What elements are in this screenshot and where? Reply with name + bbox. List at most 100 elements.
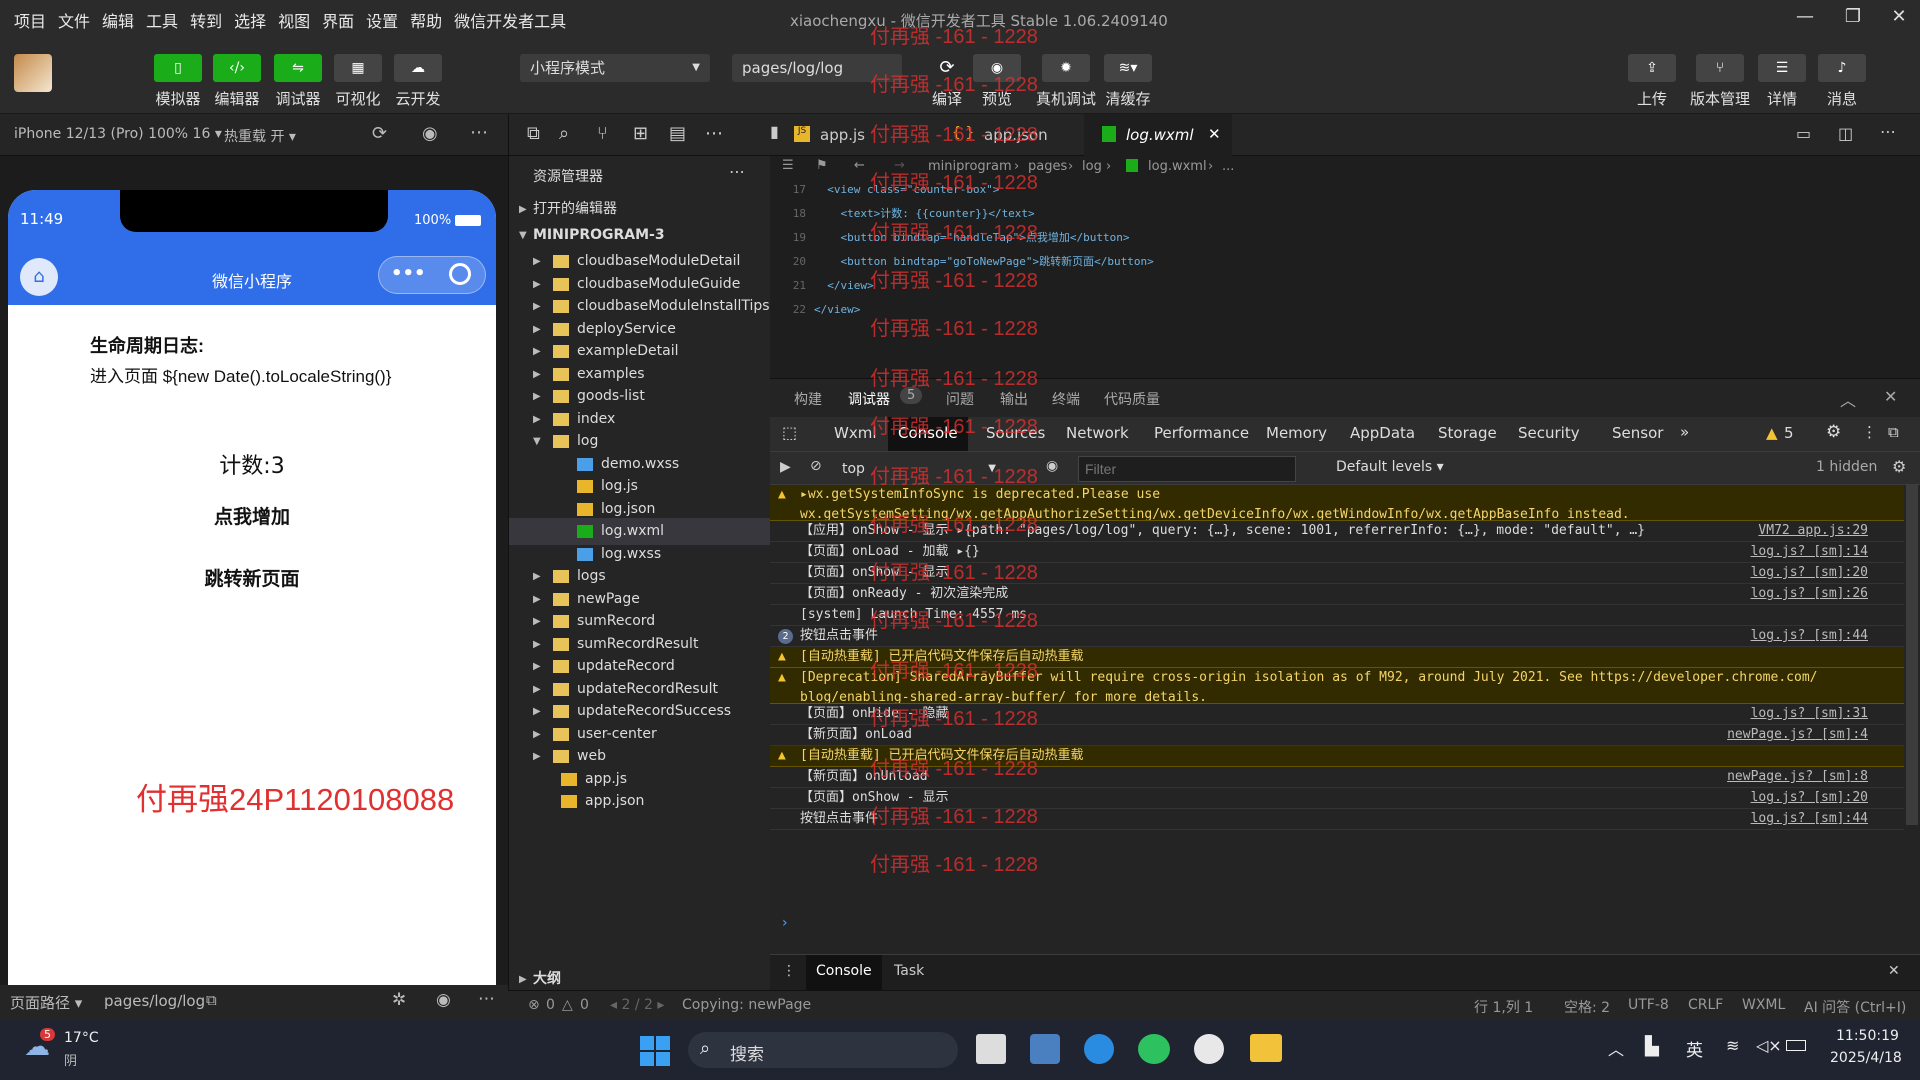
device-debug-button[interactable]: ✹ 真机调试	[1030, 54, 1102, 109]
hot-reload-toggle[interactable]: 热重载 开 ▾	[224, 126, 296, 146]
inspect-icon[interactable]: ⬚	[782, 423, 797, 442]
pin-icon[interactable]: ▙	[1645, 1036, 1659, 1057]
more-icon[interactable]: ⋯	[470, 122, 488, 143]
close-icon[interactable]: ✕	[1208, 125, 1221, 143]
navigate-button[interactable]: 跳转新页面	[8, 564, 496, 591]
filter-input[interactable]	[1078, 456, 1296, 482]
comment-icon[interactable]: ▭	[1796, 124, 1811, 143]
search-box[interactable]: ⌕ 搜索	[688, 1032, 958, 1068]
wechat-icon[interactable]	[1138, 1034, 1170, 1064]
close-capsule-icon[interactable]	[449, 263, 471, 285]
source-link[interactable]: log.js? [sm]:44	[1751, 626, 1868, 646]
extensions-icon[interactable]: ⊞	[633, 123, 648, 144]
menu-item[interactable]: 工具	[140, 8, 184, 32]
open-editors-section[interactable]: ▶ 打开的编辑器	[509, 196, 771, 223]
add-button[interactable]: 点我增加	[8, 502, 496, 529]
clear-cache-button[interactable]: ≋▾ 清缓存	[1096, 54, 1160, 109]
editor-button[interactable]: ‹/› 编辑器	[205, 54, 269, 109]
more-tabs-icon[interactable]: »	[1680, 423, 1689, 441]
menu-item[interactable]: 微信开发者工具	[448, 8, 572, 32]
source-link[interactable]: log.js? [sm]:14	[1751, 542, 1868, 562]
drawer-tab-console[interactable]: Console	[806, 955, 882, 990]
outline-section[interactable]: ▶ 大纲	[509, 966, 771, 993]
scene-icon[interactable]: ✲	[392, 990, 406, 1010]
menu-item[interactable]: 选择	[228, 8, 272, 32]
tab-debugger[interactable]: 调试器	[848, 389, 890, 409]
source-link[interactable]: log.js? [sm]:44	[1751, 809, 1868, 829]
more-icon[interactable]: •••	[391, 263, 426, 284]
tab-log-wxml[interactable]: log.wxml ✕	[1084, 114, 1232, 156]
details-button[interactable]: ☰ 详情	[1750, 54, 1814, 109]
sidebar-icon[interactable]: ▶	[780, 459, 791, 475]
menu-item[interactable]: 文件	[52, 8, 96, 32]
warning-icon[interactable]: △	[562, 997, 573, 1013]
chat-app-icon[interactable]	[1194, 1034, 1224, 1064]
cloud-button[interactable]: ☁ 云开发	[386, 54, 450, 109]
language-mode[interactable]: WXML	[1742, 997, 1785, 1013]
eye-icon[interactable]: ◉	[1046, 458, 1058, 474]
tray-expand-icon[interactable]: ︿	[1608, 1036, 1624, 1060]
ai-chat[interactable]: AI 问答 (Ctrl+I)	[1804, 997, 1906, 1017]
drawer-tab-task[interactable]: Task	[894, 963, 924, 979]
battery-icon[interactable]	[1786, 1040, 1806, 1051]
gear-icon[interactable]: ⚙	[1826, 422, 1841, 442]
split-editor-icon[interactable]: ◫	[1838, 124, 1853, 143]
copy-icon[interactable]: ⧉	[206, 991, 217, 1009]
files-icon[interactable]: ⧉	[527, 123, 540, 144]
source-link[interactable]: newPage.js? [sm]:8	[1727, 767, 1868, 787]
line-ending[interactable]: CRLF	[1688, 997, 1723, 1013]
kebab-icon[interactable]: ⋮	[1862, 423, 1877, 441]
tab-appdata[interactable]: AppData	[1350, 424, 1415, 442]
list-icon[interactable]: ☰	[782, 158, 794, 173]
maximize-icon[interactable]: ❐	[1838, 6, 1868, 34]
cursor-position[interactable]: 行 1,列 1	[1474, 997, 1533, 1017]
levels-select[interactable]: Default levels ▾	[1336, 459, 1444, 475]
simulator-button[interactable]: ▯ 模拟器	[146, 54, 210, 109]
more-icon[interactable]: ⋯	[1880, 122, 1896, 141]
tab-terminal[interactable]: 终端	[1052, 389, 1080, 409]
close-icon[interactable]: ✕	[1884, 387, 1897, 406]
scrollbar[interactable]	[1906, 485, 1918, 825]
volume-icon[interactable]: ◁×	[1756, 1036, 1782, 1055]
visual-button[interactable]: ▦ 可视化	[326, 54, 390, 109]
project-section[interactable]: ▼ MINIPROGRAM-3	[509, 222, 771, 249]
error-icon[interactable]: ⊗	[528, 997, 540, 1013]
more-icon[interactable]: ⋯	[705, 123, 723, 144]
source-link[interactable]: newPage.js? [sm]:4	[1727, 725, 1868, 745]
menu-item[interactable]: 帮助	[404, 8, 448, 32]
pager[interactable]: ◂ 2 / 2 ▸	[610, 997, 664, 1013]
version-button[interactable]: ⑂ 版本管理	[1684, 54, 1756, 109]
edge-icon[interactable]	[1084, 1034, 1114, 1064]
more-icon[interactable]: ⋯	[729, 162, 745, 181]
tab-storage[interactable]: Storage	[1438, 424, 1497, 442]
avatar[interactable]	[14, 54, 52, 92]
close-icon[interactable]: ✕	[1888, 963, 1900, 979]
menu-item[interactable]: 编辑	[96, 8, 140, 32]
bookmark-icon[interactable]: ⚑	[816, 158, 828, 173]
folder-icon[interactable]	[1250, 1034, 1282, 1062]
search-icon[interactable]: ⌕	[559, 123, 569, 144]
indent-setting[interactable]: 空格: 2	[1564, 997, 1610, 1017]
clock-date[interactable]: 2025/4/18	[1830, 1050, 1902, 1066]
tab-performance[interactable]: Performance	[1154, 424, 1249, 442]
devtools-app-icon[interactable]	[1030, 1034, 1060, 1064]
task-view-icon[interactable]	[976, 1034, 1006, 1064]
collapse-icon[interactable]: ︿	[1840, 387, 1856, 411]
windows-start-icon[interactable]	[640, 1036, 670, 1066]
tab-code-quality[interactable]: 代码质量	[1104, 389, 1160, 409]
breadcrumb-item[interactable]: ...	[1222, 159, 1234, 174]
gear-icon[interactable]: ⚙	[1892, 457, 1906, 476]
upload-button[interactable]: ⇪ 上传	[1620, 54, 1684, 109]
breadcrumb-item[interactable]: log.wxml	[1148, 159, 1207, 174]
clock-time[interactable]: 11:50:19	[1836, 1028, 1899, 1044]
clear-icon[interactable]: ⊘	[810, 458, 822, 474]
tab-sensor[interactable]: Sensor	[1612, 424, 1663, 442]
mode-select[interactable]: 小程序模式 ▼	[520, 54, 710, 82]
close-icon[interactable]: ✕	[1884, 6, 1914, 34]
breadcrumb-item[interactable]: log	[1082, 159, 1102, 174]
dock-icon[interactable]: ⧉	[1888, 423, 1899, 441]
source-link[interactable]: VM72 app.js:29	[1758, 521, 1868, 541]
menu-item[interactable]: 转到	[184, 8, 228, 32]
kebab-icon[interactable]: ⋮	[782, 963, 796, 979]
encoding[interactable]: UTF-8	[1628, 997, 1669, 1013]
